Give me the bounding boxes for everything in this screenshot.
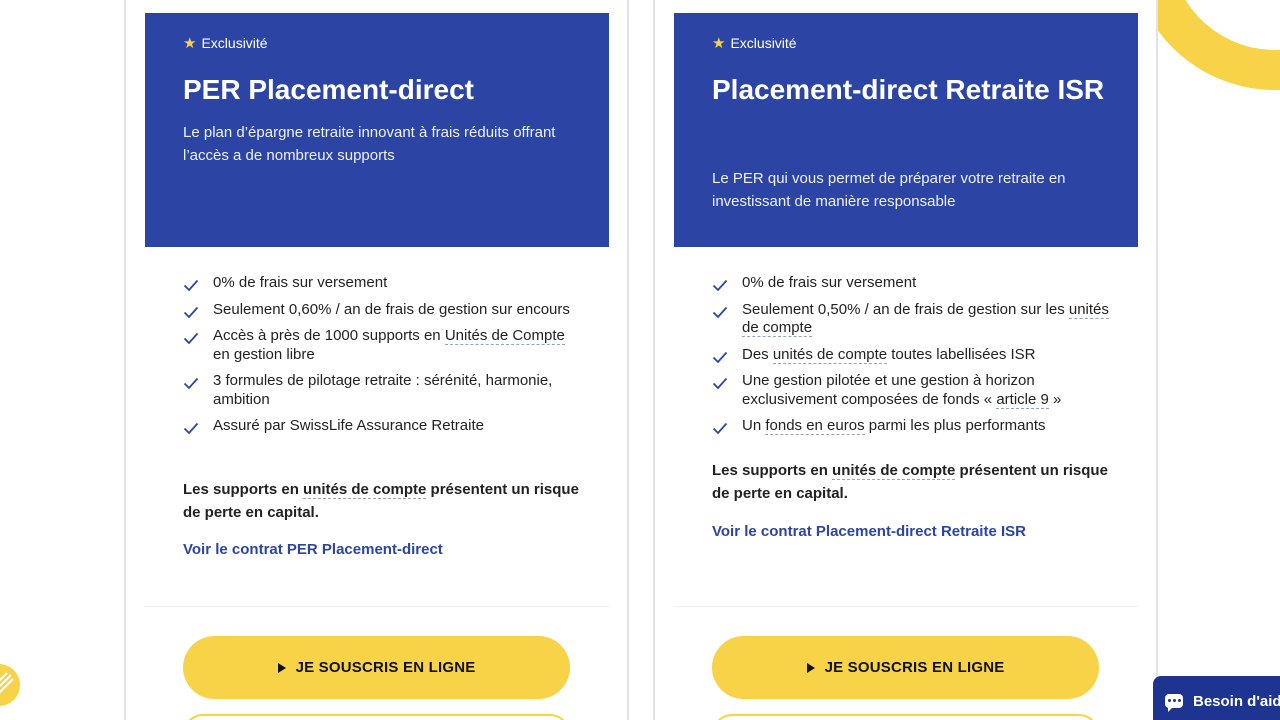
secondary-button[interactable] (712, 714, 1099, 720)
secondary-button[interactable] (183, 714, 570, 720)
view-contract-link[interactable]: Voir le contrat Placement-direct Retrait… (712, 523, 1026, 540)
check-icon (183, 279, 199, 292)
play-icon (277, 662, 286, 673)
product-card-placement-direct-retraite-isr: ★ Exclusivité Placement-direct Retraite … (653, 0, 1158, 720)
divider (674, 606, 1138, 607)
feature-list: 0% de frais sur versement Seulement 0,50… (712, 274, 1112, 444)
star-icon: ★ (712, 34, 726, 52)
check-icon (712, 306, 728, 318)
help-chat-button[interactable]: Besoin d'aide (1153, 676, 1280, 720)
glossary-link-unites-de-compte[interactable]: Unités de Compte (444, 327, 565, 345)
view-contract-link[interactable]: Voir le contrat PER Placement-direct (183, 541, 443, 558)
glossary-link-article-9[interactable]: article 9 (996, 390, 1049, 409)
check-icon (712, 351, 728, 363)
card-description: Le PER qui vous permet de préparer votre… (712, 170, 1066, 210)
feature-list: 0% de frais sur versement Seulement 0,60… (183, 274, 583, 444)
card-title: PER Placement-direct (183, 74, 474, 105)
check-icon (183, 422, 199, 435)
glossary-link-unites-de-compte[interactable]: unités de compte (772, 345, 888, 364)
card-title: Placement-direct Retraite ISR (712, 74, 1105, 105)
list-item: 0% de frais sur versement (712, 274, 1112, 293)
exclusive-badge: ★ Exclusivité (712, 34, 797, 52)
divider (145, 606, 609, 607)
card-banner: ★ Exclusivité Placement-direct Retraite … (674, 13, 1138, 247)
risk-warning: Les supports en unités de compte présent… (712, 462, 1108, 502)
stripes-icon (0, 672, 14, 694)
exclusive-badge: ★ Exclusivité (183, 34, 268, 52)
check-icon (183, 332, 199, 345)
list-item: Une gestion pilotée et une gestion à hor… (712, 372, 1112, 409)
list-item: Seulement 0,60% / an de frais de gestion… (183, 301, 583, 320)
check-icon (712, 377, 728, 390)
glossary-link-fonds-en-euros[interactable]: fonds en euros (765, 417, 865, 435)
star-icon: ★ (183, 34, 197, 52)
card-description: Le plan d’épargne retraite innovant à fr… (183, 124, 556, 164)
list-item: Accès à près de 1000 supports en Unités … (183, 327, 583, 364)
card-banner: ★ Exclusivité PER Placement-direct Le pl… (145, 13, 609, 247)
chat-bubble-icon (1165, 694, 1183, 712)
list-item: Un fonds en euros parmi les plus perform… (712, 417, 1112, 436)
check-icon (183, 306, 199, 318)
brand-logo-icon (0, 664, 20, 706)
check-icon (712, 279, 728, 292)
list-item: 0% de frais sur versement (183, 274, 583, 293)
list-item: Des unités de compte toutes labellisées … (712, 345, 1112, 365)
product-card-per-placement-direct: ★ Exclusivité PER Placement-direct Le pl… (124, 0, 629, 720)
glossary-link-unites-de-compte[interactable]: unités de compte (832, 462, 956, 480)
glossary-link-unites-de-compte[interactable]: unités de compte (303, 481, 427, 499)
risk-warning: Les supports en unités de compte présent… (183, 481, 579, 521)
subscribe-online-button[interactable]: JE SOUSCRIS EN LIGNE (183, 636, 570, 699)
list-item: Seulement 0,50% / an de frais de gestion… (712, 300, 1112, 338)
list-item: 3 formules de pilotage retraite : séréni… (183, 372, 583, 409)
check-icon (183, 377, 199, 390)
list-item: Assuré par SwissLife Assurance Retraite (183, 417, 583, 436)
check-icon (712, 422, 728, 435)
play-icon (806, 662, 815, 673)
subscribe-online-button[interactable]: JE SOUSCRIS EN LIGNE (712, 636, 1099, 699)
